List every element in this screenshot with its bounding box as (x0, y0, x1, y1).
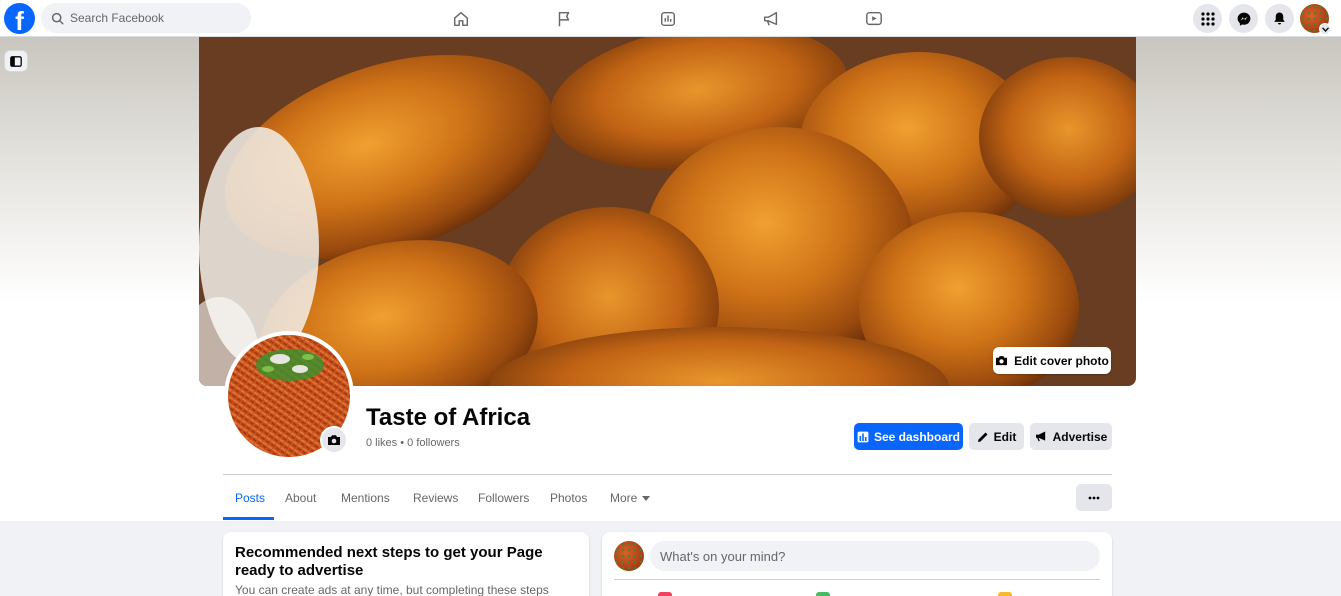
feeling-activity-icon[interactable] (998, 592, 1012, 596)
tab-more[interactable]: More (610, 476, 651, 520)
tab-followers[interactable]: Followers (478, 476, 529, 520)
see-dashboard-button[interactable]: See dashboard (854, 423, 963, 450)
nav-tab-home[interactable] (441, 0, 481, 37)
menu-button[interactable] (1193, 4, 1222, 33)
camera-icon (996, 356, 1008, 366)
top-navigation-bar: f (0, 0, 1341, 37)
tab-posts[interactable]: Posts (235, 476, 265, 520)
more-options-button[interactable] (1076, 484, 1112, 511)
page-title: Taste of Africa (366, 404, 531, 431)
fried-plantain-image (199, 37, 1136, 386)
notifications-button[interactable] (1265, 4, 1294, 33)
messenger-button[interactable] (1229, 4, 1258, 33)
composer-divider (614, 579, 1100, 580)
tab-reviews[interactable]: Reviews (413, 476, 458, 520)
cover-photo (199, 37, 1136, 386)
recommended-steps-title: Recommended next steps to get your Page … (235, 544, 543, 579)
recommended-steps-body: You can create ads at any time, but comp… (235, 583, 549, 596)
recommended-steps-card: Recommended next steps to get your Page … (223, 532, 589, 596)
update-profile-picture-button[interactable] (320, 426, 348, 454)
search-icon (51, 12, 64, 25)
search-input[interactable] (70, 11, 240, 25)
tab-more-label: More (610, 491, 638, 505)
ellipsis-icon (1088, 496, 1100, 499)
live-video-icon[interactable] (658, 592, 672, 596)
caret-down-icon (642, 495, 651, 501)
sidebar-panel-icon (10, 55, 22, 67)
sidebar-toggle-button[interactable] (4, 50, 28, 72)
edit-cover-photo-label: Edit cover photo (1014, 353, 1109, 368)
photo-video-icon[interactable] (816, 592, 830, 596)
edit-page-label: Edit (993, 429, 1017, 444)
composer-avatar[interactable] (614, 541, 644, 571)
composer-input[interactable] (650, 541, 1100, 571)
active-tab-indicator (223, 517, 274, 520)
nav-tab-ads[interactable] (751, 0, 791, 37)
tab-mentions[interactable]: Mentions (341, 476, 390, 520)
megaphone-icon (763, 11, 778, 26)
tab-about[interactable]: About (285, 476, 316, 520)
dashboard-icon (857, 431, 869, 442)
menu-grid-icon (1200, 11, 1215, 26)
account-menu-chevron[interactable] (1319, 23, 1331, 35)
home-icon (453, 11, 469, 26)
nav-tab-pages[interactable] (544, 0, 584, 37)
messenger-icon (1237, 12, 1250, 26)
megaphone-icon (1035, 431, 1045, 442)
advertise-label: Advertise (1052, 429, 1108, 444)
insights-icon (660, 11, 676, 26)
search-box[interactable] (41, 3, 251, 33)
post-composer (602, 532, 1112, 596)
advertise-button[interactable]: Advertise (1030, 423, 1112, 450)
chevron-down-icon (1321, 26, 1329, 32)
nav-tab-insights[interactable] (648, 0, 688, 37)
nav-tab-video[interactable] (854, 0, 894, 37)
camera-icon (328, 435, 340, 445)
page-stats[interactable]: 0 likes • 0 followers (366, 437, 460, 449)
see-dashboard-label: See dashboard (873, 429, 961, 444)
bell-icon (1274, 12, 1285, 25)
edit-page-button[interactable]: Edit (969, 423, 1024, 450)
flag-icon (558, 11, 570, 26)
tab-photos[interactable]: Photos (550, 476, 587, 520)
pencil-icon (977, 432, 988, 442)
edit-cover-photo-button[interactable]: Edit cover photo (993, 347, 1111, 374)
facebook-logo[interactable]: f (4, 3, 35, 34)
header-divider (223, 474, 1112, 475)
video-icon (866, 11, 882, 25)
